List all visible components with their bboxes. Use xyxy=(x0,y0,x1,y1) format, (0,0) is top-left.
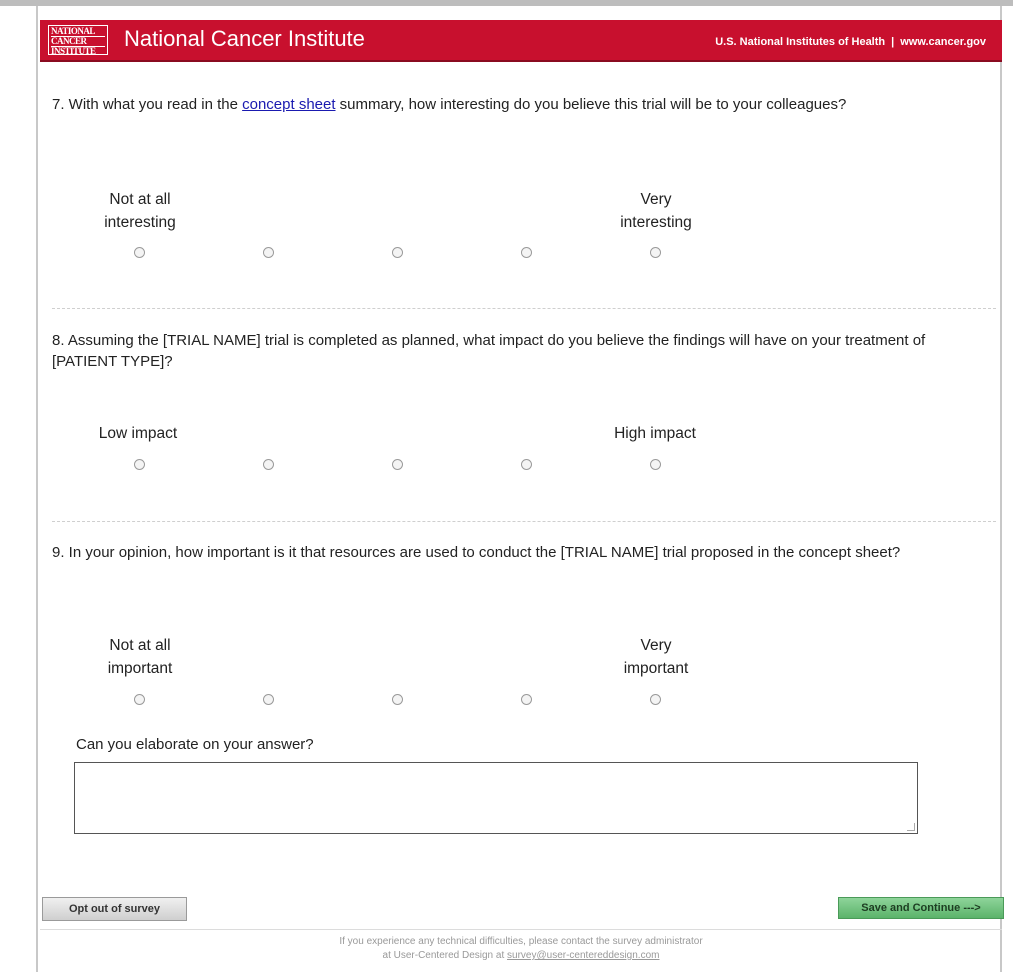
cancer-gov-link[interactable]: www.cancer.gov xyxy=(900,36,986,48)
section-divider xyxy=(52,521,996,522)
footer-divider xyxy=(40,929,1002,930)
logo-line: INSTITUTE xyxy=(51,46,96,55)
footer-line-2: at User-Centered Design at survey@user-c… xyxy=(40,949,1002,963)
footer: If you experience any technical difficul… xyxy=(40,935,1002,963)
q7-radio-2[interactable] xyxy=(263,247,274,258)
footer-line-2-prefix: at User-Centered Design at xyxy=(382,950,508,961)
elaborate-label: Can you elaborate on your answer? xyxy=(76,736,314,753)
org-title: National Cancer Institute xyxy=(124,26,365,51)
q8-radio-2[interactable] xyxy=(263,459,274,470)
opt-out-button[interactable]: Opt out of survey xyxy=(42,897,187,921)
question-8-text: 8. Assuming the [TRIAL NAME] trial is co… xyxy=(52,332,926,370)
q8-radio-4[interactable] xyxy=(521,459,532,470)
question-7-suffix: summary, how interesting do you believe … xyxy=(335,96,847,113)
q9-high-label: Very important xyxy=(623,637,689,677)
nih-link[interactable]: U.S. National Institutes of Health xyxy=(715,36,885,48)
footer-line-1: If you experience any technical difficul… xyxy=(339,936,703,947)
header-links: U.S. National Institutes of Health | www.c… xyxy=(715,36,986,48)
support-email-link[interactable]: survey@user-centereddesign.com xyxy=(507,950,659,961)
q8-low-label: Low impact xyxy=(98,425,178,442)
q8-radio-1[interactable] xyxy=(134,459,145,470)
q9-radio-1[interactable] xyxy=(134,694,145,705)
nci-logo: NATIONAL CANCER INSTITUTE xyxy=(48,25,108,55)
question-9-text: 9. In your opinion, how important is it … xyxy=(52,544,901,561)
site-header: NATIONAL CANCER INSTITUTE National Cance… xyxy=(40,20,1002,62)
q9-radio-3[interactable] xyxy=(392,694,403,705)
q8-high-label: High impact xyxy=(614,425,696,442)
elaborate-textarea[interactable] xyxy=(74,762,918,834)
q9-low-label: Not at all important xyxy=(107,637,173,677)
q7-radio-4[interactable] xyxy=(521,247,532,258)
q9-radio-2[interactable] xyxy=(263,694,274,705)
question-7-prefix: 7. With what you read in the xyxy=(52,96,243,113)
concept-sheet-link[interactable]: concept sheet xyxy=(242,96,335,113)
q7-high-label: Very interesting xyxy=(620,191,692,231)
resize-handle[interactable] xyxy=(907,823,915,831)
link-separator: | xyxy=(891,36,895,48)
q7-radio-5[interactable] xyxy=(650,247,661,258)
q9-radio-5[interactable] xyxy=(650,694,661,705)
q9-radio-4[interactable] xyxy=(521,694,532,705)
q7-radio-1[interactable] xyxy=(134,247,145,258)
section-divider xyxy=(52,308,996,309)
save-continue-button[interactable]: Save and Continue ---> xyxy=(838,897,1004,919)
q8-radio-3[interactable] xyxy=(392,459,403,470)
question-7-text: 7. With what you read in the concept she… xyxy=(52,94,987,115)
q8-radio-5[interactable] xyxy=(650,459,661,470)
q7-radio-3[interactable] xyxy=(392,247,403,258)
q7-low-label: Not at all interesting xyxy=(104,191,176,231)
